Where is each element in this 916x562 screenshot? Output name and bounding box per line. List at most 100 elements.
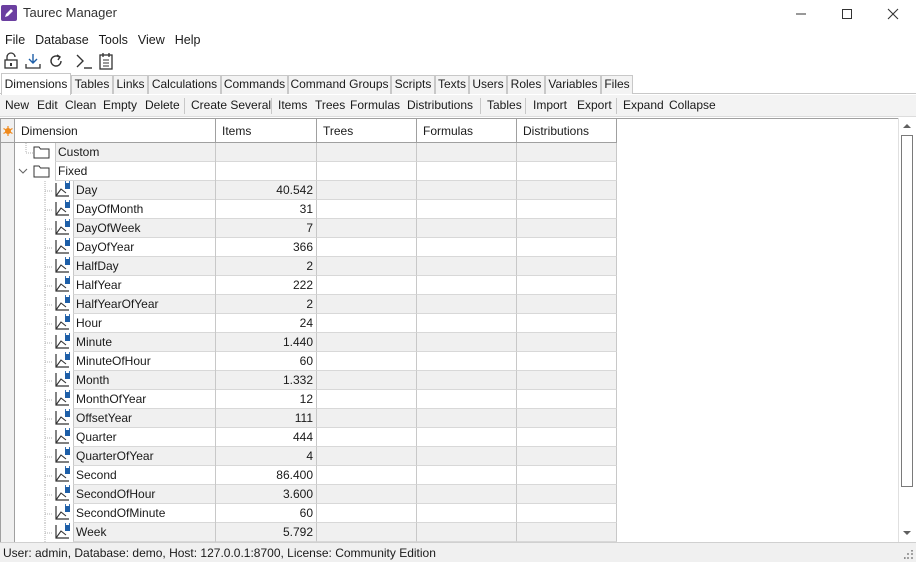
trees-cell[interactable] xyxy=(317,390,417,409)
formulas-cell[interactable] xyxy=(417,523,517,542)
dimension-cell[interactable]: MinuteOfHour xyxy=(15,352,216,371)
dimension-cell[interactable]: HalfYearOfYear xyxy=(15,295,216,314)
trees-cell[interactable] xyxy=(317,333,417,352)
formulas-cell[interactable] xyxy=(417,181,517,200)
table-row[interactable]: Hour 24 xyxy=(1,314,617,333)
formulas-cell[interactable] xyxy=(417,295,517,314)
dimension-cell[interactable]: DayOfMonth xyxy=(15,200,216,219)
distributions-cell[interactable] xyxy=(517,143,617,162)
table-row[interactable]: HalfDay 2 xyxy=(1,257,617,276)
distributions-cell[interactable] xyxy=(517,314,617,333)
expand-button[interactable]: Expand xyxy=(623,95,664,116)
folder-row[interactable]: Custom xyxy=(1,143,617,162)
tab-command-groups[interactable]: Command Groups xyxy=(288,75,391,94)
distributions-cell[interactable] xyxy=(517,447,617,466)
trees-cell[interactable] xyxy=(317,276,417,295)
distributions-button[interactable]: Distributions xyxy=(407,95,473,116)
distributions-cell[interactable] xyxy=(517,371,617,390)
distributions-cell[interactable] xyxy=(517,333,617,352)
trees-cell[interactable] xyxy=(317,428,417,447)
vertical-scrollbar[interactable] xyxy=(898,118,915,542)
formulas-cell[interactable] xyxy=(417,428,517,447)
dimensions-grid[interactable]: Dimension Items Trees Formulas Distribut… xyxy=(0,118,898,542)
table-row[interactable]: DayOfWeek 7 xyxy=(1,219,617,238)
tab-files[interactable]: Files xyxy=(601,75,633,94)
formulas-cell[interactable] xyxy=(417,390,517,409)
trees-cell[interactable] xyxy=(317,143,417,162)
menu-file[interactable]: File xyxy=(0,31,30,49)
notepad-icon[interactable] xyxy=(97,52,115,70)
tab-roles[interactable]: Roles xyxy=(507,75,545,94)
trees-cell[interactable] xyxy=(317,504,417,523)
column-header-dimension[interactable]: Dimension xyxy=(15,119,216,143)
dimension-cell[interactable]: QuarterOfYear xyxy=(15,447,216,466)
dimension-cell[interactable]: Hour xyxy=(15,314,216,333)
clean-button[interactable]: Clean xyxy=(65,95,96,116)
items-cell[interactable]: 1.332 xyxy=(216,371,317,390)
distributions-cell[interactable] xyxy=(517,409,617,428)
formulas-cell[interactable] xyxy=(417,257,517,276)
formulas-cell[interactable] xyxy=(417,238,517,257)
menu-help[interactable]: Help xyxy=(170,31,206,49)
column-header-distributions[interactable]: Distributions xyxy=(517,119,617,143)
items-button[interactable]: Items xyxy=(278,95,307,116)
dimension-cell[interactable]: Fixed xyxy=(15,162,216,181)
table-row[interactable]: MinuteOfHour 60 xyxy=(1,352,617,371)
chevron-down-icon[interactable] xyxy=(18,166,28,176)
trees-button[interactable]: Trees xyxy=(315,95,345,116)
items-cell[interactable]: 31 xyxy=(216,200,317,219)
trees-cell[interactable] xyxy=(317,485,417,504)
formulas-cell[interactable] xyxy=(417,219,517,238)
distributions-cell[interactable] xyxy=(517,162,617,181)
trees-cell[interactable] xyxy=(317,238,417,257)
dimension-cell[interactable]: HalfDay xyxy=(15,257,216,276)
trees-cell[interactable] xyxy=(317,352,417,371)
formulas-cell[interactable] xyxy=(417,409,517,428)
formulas-cell[interactable] xyxy=(417,371,517,390)
table-row[interactable]: Minute 1.440 xyxy=(1,333,617,352)
folder-row[interactable]: Fixed xyxy=(1,162,617,181)
trees-cell[interactable] xyxy=(317,219,417,238)
trees-cell[interactable] xyxy=(317,409,417,428)
header-corner[interactable] xyxy=(1,119,15,143)
formulas-cell[interactable] xyxy=(417,466,517,485)
formulas-cell[interactable] xyxy=(417,200,517,219)
column-header-items[interactable]: Items xyxy=(216,119,317,143)
distributions-cell[interactable] xyxy=(517,523,617,542)
trees-cell[interactable] xyxy=(317,181,417,200)
items-cell[interactable]: 12 xyxy=(216,390,317,409)
tab-commands[interactable]: Commands xyxy=(221,75,288,94)
table-row[interactable]: SecondOfHour 3.600 xyxy=(1,485,617,504)
dimension-cell[interactable]: DayOfYear xyxy=(15,238,216,257)
trees-cell[interactable] xyxy=(317,200,417,219)
dimension-cell[interactable]: Week xyxy=(15,523,216,542)
items-cell[interactable]: 1.440 xyxy=(216,333,317,352)
column-header-formulas[interactable]: Formulas xyxy=(417,119,517,143)
table-row[interactable]: OffsetYear 111 xyxy=(1,409,617,428)
create-several-button[interactable]: Create Several xyxy=(191,95,271,116)
tab-users[interactable]: Users xyxy=(469,75,507,94)
distributions-cell[interactable] xyxy=(517,390,617,409)
items-cell[interactable]: 366 xyxy=(216,238,317,257)
trees-cell[interactable] xyxy=(317,371,417,390)
formulas-cell[interactable] xyxy=(417,314,517,333)
resize-grip-icon[interactable] xyxy=(904,550,914,560)
scroll-down-icon[interactable] xyxy=(902,528,912,538)
dimension-cell[interactable]: Custom xyxy=(15,143,216,162)
items-cell[interactable]: 40.542 xyxy=(216,181,317,200)
items-cell[interactable] xyxy=(216,162,317,181)
distributions-cell[interactable] xyxy=(517,181,617,200)
dimension-cell[interactable]: Minute xyxy=(15,333,216,352)
tab-calculations[interactable]: Calculations xyxy=(148,75,221,94)
items-cell[interactable]: 7 xyxy=(216,219,317,238)
distributions-cell[interactable] xyxy=(517,504,617,523)
dimension-cell[interactable]: MonthOfYear xyxy=(15,390,216,409)
items-cell[interactable]: 5.792 xyxy=(216,523,317,542)
items-cell[interactable]: 60 xyxy=(216,352,317,371)
delete-button[interactable]: Delete xyxy=(145,95,180,116)
dimension-cell[interactable]: Quarter xyxy=(15,428,216,447)
dimension-cell[interactable]: DayOfWeek xyxy=(15,219,216,238)
formulas-cell[interactable] xyxy=(417,447,517,466)
new-button[interactable]: New xyxy=(5,95,29,116)
distributions-cell[interactable] xyxy=(517,466,617,485)
